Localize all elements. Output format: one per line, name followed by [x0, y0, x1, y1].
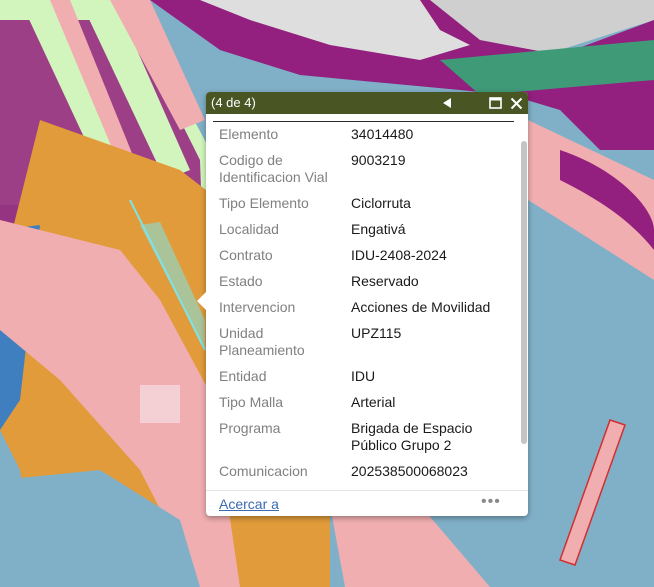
- feature-popup: (4 de 4) Elemento 34014480 Codigo de Ident…: [197, 92, 528, 517]
- attribute-list[interactable]: Elemento 34014480 Codigo de Identificacion…: [206, 123, 518, 490]
- attribute-label: Codigo de Identificacion Vial: [219, 152, 328, 185]
- attribute-value: Reservado: [351, 273, 419, 289]
- zoom-to-link[interactable]: Acercar a: [219, 496, 279, 512]
- popup-title: (4 de 4): [211, 95, 256, 110]
- attribute-row: Estado Reservado: [213, 270, 515, 296]
- attribute-label: Elemento: [219, 126, 279, 142]
- attribute-label: Estado: [219, 273, 263, 289]
- header-divider: [213, 121, 514, 122]
- attribute-row: Tipo Malla Arterial: [213, 391, 515, 417]
- attribute-value: IDU: [351, 368, 376, 384]
- attribute-label: Entidad: [219, 368, 267, 384]
- attribute-value: Engativá: [351, 221, 406, 237]
- triangle-left-icon: [442, 98, 451, 108]
- close-icon: [510, 97, 522, 109]
- attribute-row: Comunicacion 202538500068023: [213, 460, 515, 486]
- attribute-row: Intervencion Acciones de Movilidad: [213, 296, 515, 322]
- attribute-row: Codigo de Identificacion Vial 9003219: [213, 149, 515, 192]
- attribute-table: Elemento 34014480 Codigo de Identificacion…: [213, 123, 515, 490]
- attribute-row: Unidad Planeamiento UPZ115: [213, 322, 515, 365]
- attribute-value: Arterial: [351, 394, 396, 410]
- more-options-button[interactable]: •••: [481, 493, 501, 511]
- attribute-value: Brigada de Espacio Público Grupo 2: [351, 420, 473, 453]
- attribute-label: Programa: [219, 420, 281, 436]
- attribute-label: Contrato: [219, 247, 273, 263]
- attribute-row: Entidad IDU: [213, 365, 515, 391]
- attribute-row: Programa Brigada de Espacio Público Grupo…: [213, 417, 515, 460]
- popup-header: (4 de 4): [206, 92, 528, 114]
- orange-area: [228, 505, 330, 587]
- attribute-row: Localidad Engativá: [213, 218, 515, 244]
- attribute-value: 202538500068023: [351, 463, 468, 479]
- attribute-value: UPZ115: [351, 325, 402, 341]
- scrollbar-thumb[interactable]: [521, 141, 527, 444]
- popup-pointer: [197, 292, 206, 310]
- attribute-value: 34014480: [351, 126, 414, 142]
- attribute-label: Localidad: [219, 221, 279, 237]
- attribute-label: Comunicacion: [219, 463, 308, 479]
- previous-feature-button[interactable]: [440, 92, 454, 114]
- close-button[interactable]: [507, 92, 525, 114]
- small-lot: [140, 385, 180, 423]
- popup-footer: Acercar a •••: [206, 490, 528, 517]
- attribute-value: 9003219: [351, 152, 406, 168]
- attribute-row: Tipo Elemento Ciclorruta: [213, 192, 515, 218]
- attribute-label: Unidad Planeamiento: [219, 325, 305, 358]
- attribute-value: Ciclorruta: [351, 195, 411, 211]
- attribute-row: Elemento 34014480: [213, 123, 515, 149]
- attribute-label: Tipo Malla: [219, 394, 284, 410]
- maximize-button[interactable]: [487, 92, 503, 114]
- attribute-value: IDU-2408-2024: [351, 247, 447, 263]
- attribute-label: Tipo Elemento: [219, 195, 309, 211]
- attribute-value: Acciones de Movilidad: [351, 299, 491, 315]
- attribute-label: Intervencion: [219, 299, 296, 315]
- attribute-row: Contrato IDU-2408-2024: [213, 244, 515, 270]
- maximize-icon: [488, 97, 502, 109]
